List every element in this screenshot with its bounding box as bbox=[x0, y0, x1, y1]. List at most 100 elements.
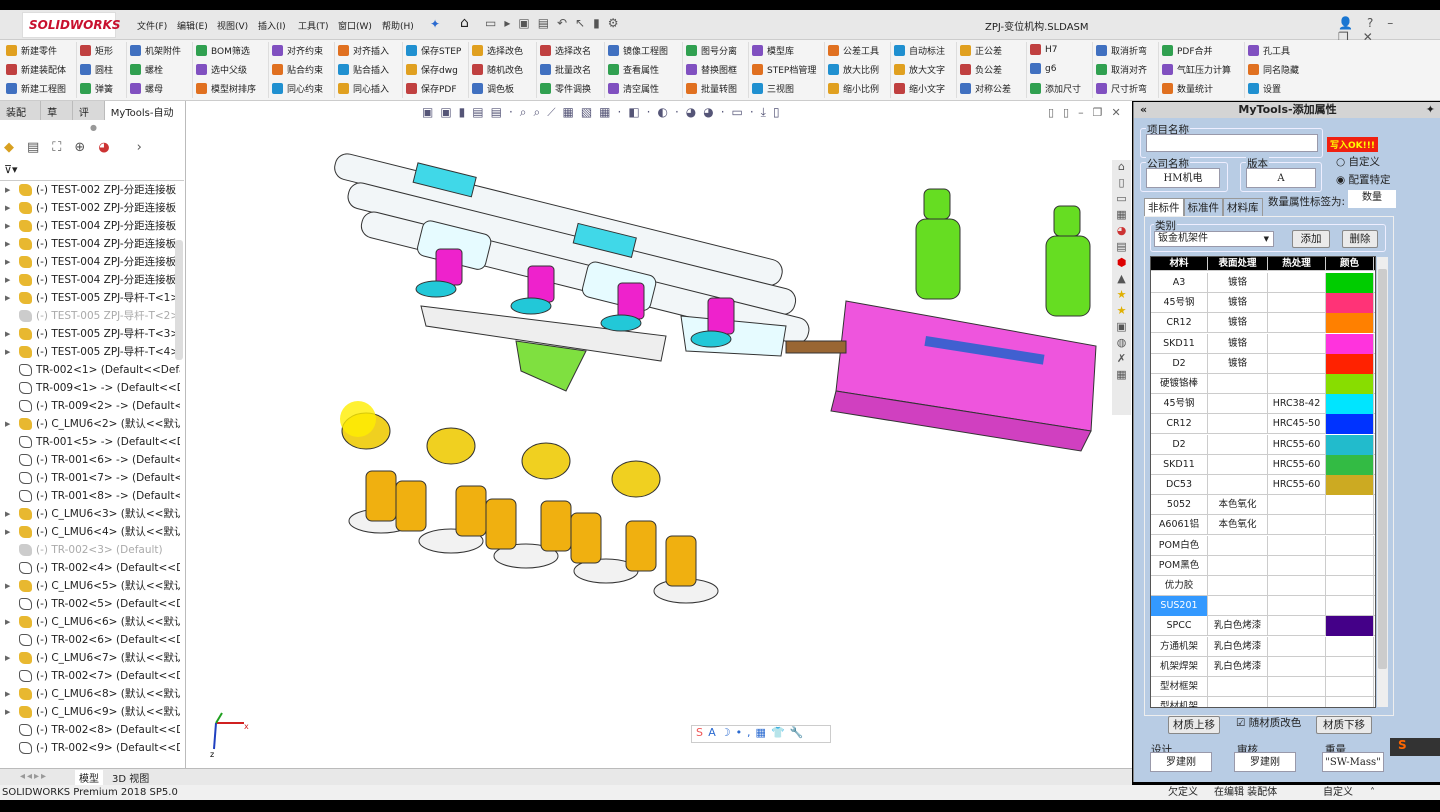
assembly-model-view[interactable]: xz bbox=[186, 101, 1132, 768]
qty-input[interactable]: 数量 bbox=[1348, 190, 1396, 208]
ribbon-button[interactable]: 正公差 bbox=[960, 44, 1002, 57]
menu-5[interactable]: 窗口(W) bbox=[338, 19, 372, 32]
tree-item[interactable]: ▶ (-) C_LMU6<5> (默认<<默认 bbox=[0, 577, 180, 595]
tree-item[interactable]: ▶ (-) TEST-004 ZPJ-分距连接板 bbox=[0, 217, 180, 235]
appearance-icon[interactable]: ◕ bbox=[1117, 224, 1127, 237]
column-header[interactable]: 颜色 bbox=[1326, 257, 1374, 271]
menu-3[interactable]: 插入(I) bbox=[258, 19, 286, 32]
tree-item[interactable]: (-) TR-002<6> (Default<<D bbox=[0, 631, 180, 649]
configuration-manager-icon[interactable]: ⛶ bbox=[52, 140, 61, 160]
ribbon-button[interactable]: 尺寸折弯 bbox=[1096, 82, 1147, 95]
ribbon-button[interactable]: 缩小比例 bbox=[828, 82, 879, 95]
ribbon-button[interactable]: 气缸压力计算 bbox=[1162, 63, 1231, 76]
calc-icon[interactable]: ▦ bbox=[1116, 368, 1126, 381]
random-color-checkbox[interactable]: ☑ 随材质改色 bbox=[1236, 715, 1301, 730]
table-row[interactable]: 45号钢 HRC38-42 bbox=[1151, 394, 1375, 415]
dimxpert-icon[interactable]: ⊕ bbox=[74, 140, 85, 160]
ribbon-button[interactable]: 新建工程图 bbox=[6, 82, 66, 95]
ribbon-button[interactable]: 弹簧 bbox=[80, 82, 113, 95]
expand-arrow-icon[interactable]: ▶ bbox=[5, 415, 10, 433]
expand-arrow-icon[interactable]: ▶ bbox=[5, 217, 10, 235]
table-row[interactable]: SKD11 镀铬 bbox=[1151, 333, 1375, 354]
tools-icon[interactable]: ✗ bbox=[1117, 352, 1126, 365]
pin-icon[interactable]: ✦ bbox=[1426, 102, 1435, 118]
table-row[interactable]: SKD11 HRC55-60 bbox=[1151, 454, 1375, 475]
ribbon-button[interactable]: 选择改色 bbox=[472, 44, 523, 57]
ribbon-button[interactable]: 批量转图 bbox=[686, 82, 737, 95]
ribbon-button[interactable]: 数量统计 bbox=[1162, 82, 1213, 95]
tab-non-standard[interactable]: 非标件 bbox=[1144, 198, 1184, 217]
display-manager-icon[interactable]: ◕ bbox=[98, 140, 109, 160]
tree-item[interactable]: ▶ (-) TEST-002 ZPJ-分距连接板 bbox=[0, 199, 180, 217]
ribbon-button[interactable]: 缩小文字 bbox=[894, 82, 945, 95]
ribbon-button[interactable]: 新建零件 bbox=[6, 44, 57, 57]
mortarboard-icon[interactable]: ▲ bbox=[1117, 272, 1125, 285]
ribbon-button[interactable]: 取消对齐 bbox=[1096, 63, 1147, 76]
color-swatch[interactable] bbox=[1326, 697, 1374, 707]
color-swatch[interactable] bbox=[1326, 333, 1374, 354]
table-row[interactable]: D2 镀铬 bbox=[1151, 353, 1375, 374]
menu-6[interactable]: 帮助(H) bbox=[382, 19, 414, 32]
table-row[interactable]: POM白色 bbox=[1151, 535, 1375, 556]
tree-item[interactable]: TR-001<5> -> (Default<<D bbox=[0, 433, 180, 451]
ribbon-button[interactable]: 负公差 bbox=[960, 63, 1002, 76]
ribbon-button[interactable]: 镜像工程图 bbox=[608, 44, 668, 57]
tree-item[interactable]: (-) TEST-005 ZPJ-导杆-T<2> bbox=[0, 307, 180, 325]
tab-scroll-arrows[interactable]: ◂◂▸▸ bbox=[20, 771, 48, 782]
ribbon-button[interactable]: 查看属性 bbox=[608, 63, 659, 76]
panel-tab-icons[interactable]: ◆ ▤ ⛶ ⊕ ◕ › bbox=[4, 140, 182, 160]
ribbon-button[interactable]: 贴合插入 bbox=[338, 63, 389, 76]
color-swatch[interactable] bbox=[1326, 293, 1374, 314]
color-swatch[interactable] bbox=[1326, 495, 1374, 516]
expand-arrow-icon[interactable]: ▶ bbox=[5, 253, 10, 271]
resources-icon[interactable]: ▯ bbox=[1118, 176, 1124, 189]
color-swatch[interactable] bbox=[1326, 273, 1374, 293]
color-swatch[interactable] bbox=[1326, 454, 1374, 475]
tree-item[interactable]: ▶ (-) TEST-004 ZPJ-分距连接板 bbox=[0, 271, 180, 289]
ribbon-button[interactable]: 螺栓 bbox=[130, 63, 163, 76]
ribbon-button[interactable]: 模型树排序 bbox=[196, 82, 256, 95]
table-row[interactable]: DC53 HRC55-60 bbox=[1151, 475, 1375, 495]
ribbon-button[interactable]: 零件调换 bbox=[540, 82, 591, 95]
table-row[interactable]: 机架焊架 乳白色烤漆 bbox=[1151, 656, 1375, 677]
tree-item[interactable]: (-) TR-002<3> (Default) bbox=[0, 541, 180, 559]
tree-item[interactable]: (-) TR-001<7> -> (Default<< bbox=[0, 469, 180, 487]
color-swatch[interactable] bbox=[1326, 576, 1374, 596]
tree-item[interactable]: ▶ (-) TEST-004 ZPJ-分距连接板 bbox=[0, 253, 180, 271]
tree-item[interactable]: ▶ (-) TEST-005 ZPJ-导杆-T<4> bbox=[0, 343, 180, 361]
ribbon-button[interactable]: 贴合约束 bbox=[272, 63, 323, 76]
expand-icon[interactable]: › bbox=[137, 140, 142, 160]
table-row[interactable]: POM黑色 bbox=[1151, 555, 1375, 576]
color-swatch[interactable] bbox=[1326, 434, 1374, 455]
table-row[interactable]: CR12 HRC45-50 bbox=[1151, 414, 1375, 435]
color-swatch[interactable] bbox=[1326, 636, 1374, 657]
radio-custom[interactable]: ○ 自定义 bbox=[1336, 154, 1380, 169]
expand-arrow-icon[interactable]: ▶ bbox=[5, 649, 10, 667]
ribbon-button[interactable]: 保存STEP bbox=[406, 44, 461, 57]
tab-standard[interactable]: 标准件 bbox=[1183, 198, 1223, 217]
ribbon-button[interactable]: 同心约束 bbox=[272, 82, 323, 95]
expand-arrow-icon[interactable]: ▶ bbox=[5, 271, 10, 289]
color-swatch[interactable] bbox=[1326, 394, 1374, 415]
color-swatch[interactable] bbox=[1326, 475, 1374, 495]
tree-item[interactable]: ▶ (-) TEST-005 ZPJ-导杆-T<1> bbox=[0, 289, 180, 307]
home-icon[interactable]: ⌂ bbox=[1118, 160, 1125, 173]
pin-icon[interactable]: ✦ bbox=[430, 17, 440, 31]
ribbon-button[interactable]: 同心插入 bbox=[338, 82, 389, 95]
ribbon-button[interactable]: 取消折弯 bbox=[1096, 44, 1147, 57]
collapse-handle[interactable]: ● bbox=[90, 123, 97, 132]
folder-icon[interactable]: ▭ bbox=[1116, 192, 1126, 205]
tree-item[interactable]: (-) TR-002<5> (Default<<D bbox=[0, 595, 180, 613]
expand-arrow-icon[interactable]: ▶ bbox=[5, 577, 10, 595]
table-row[interactable]: A3 镀铬 bbox=[1151, 273, 1375, 293]
column-header[interactable]: 表面处理 bbox=[1208, 257, 1268, 271]
tree-item[interactable]: ▶ (-) C_LMU6<7> (默认<<默认 bbox=[0, 649, 180, 667]
tab-2[interactable]: 评估 bbox=[72, 101, 105, 134]
expand-arrow-icon[interactable]: ▶ bbox=[5, 505, 10, 523]
ime-toolbar[interactable]: SA☽•,▦👕🔧 bbox=[691, 725, 831, 743]
tree-item[interactable]: ▶ (-) C_LMU6<9> (默认<<默认 bbox=[0, 703, 180, 721]
color-swatch[interactable] bbox=[1326, 313, 1374, 334]
table-row[interactable]: D2 HRC55-60 bbox=[1151, 434, 1375, 455]
feature-tree-icon[interactable]: ◆ bbox=[4, 140, 14, 160]
ribbon-button[interactable]: 选中父级 bbox=[196, 63, 247, 76]
